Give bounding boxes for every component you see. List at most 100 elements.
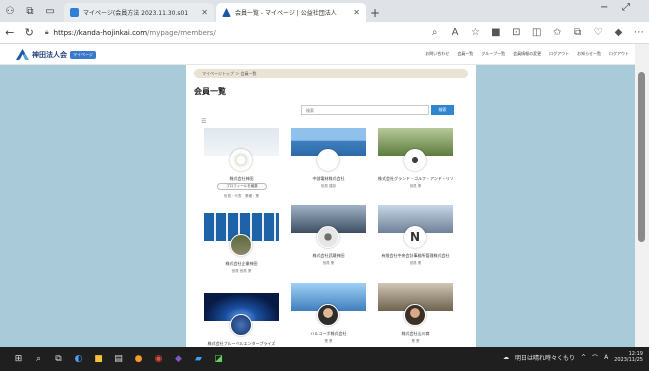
nav-link[interactable]: 会員情報の変更	[513, 51, 541, 57]
member-name: 株式会社山川商	[401, 331, 430, 336]
member-card[interactable]: 株式会社グランド・ゴルフ・アンド・リゾート 役員 業	[378, 128, 453, 198]
search-button[interactable]: 検索	[431, 105, 454, 115]
nav-link[interactable]: 会員一覧	[457, 51, 473, 57]
minimize-icon[interactable]: −	[600, 2, 608, 13]
member-card[interactable]: ハルコーポ株式会社 業 業	[291, 283, 366, 347]
more-menu-icon[interactable]: ⋯	[629, 27, 649, 38]
collections-icon[interactable]: ⧉	[567, 27, 587, 38]
tab-title: 会員一覧 - マイページ | 公益社団法人	[235, 10, 337, 17]
member-name: 株式会社武蔵神田	[312, 253, 345, 258]
chrome-icon[interactable]: ◉	[150, 352, 167, 366]
refresh-icon[interactable]: ↻	[19, 26, 38, 39]
split-screen-icon[interactable]: ⊡	[506, 27, 526, 38]
page-scrollbar[interactable]	[635, 44, 649, 347]
member-avatar: N	[404, 226, 426, 248]
member-meta: 役員 業	[409, 261, 422, 265]
breadcrumb[interactable]: マイページトップ ＞ 会員一覧	[194, 69, 468, 78]
zoom-icon[interactable]: ⌕	[424, 27, 444, 38]
site-nav: お問い合わせ 会員一覧 グループ一覧 会員情報の変更 ログアウト お知らせ一覧 …	[425, 51, 629, 57]
member-meta: 役員 業	[322, 261, 335, 265]
workspaces-icon[interactable]: ⧉	[20, 0, 40, 22]
member-avatar	[404, 149, 426, 171]
app-green-icon[interactable]: ◪	[210, 352, 227, 366]
search-input[interactable]	[301, 105, 429, 115]
new-tab-button[interactable]: +	[366, 3, 384, 22]
member-card[interactable]: 株式会社武蔵神田 役員 業	[291, 205, 366, 275]
member-avatar	[404, 304, 426, 326]
member-card[interactable]: 株式会社神田 プロフィールを編集 役員・代表 業種・業	[204, 128, 279, 206]
member-card[interactable]: 株式会社山川商 業 業	[378, 283, 453, 347]
copilot-icon[interactable]: ◆	[608, 27, 628, 38]
read-aloud-icon[interactable]: A	[445, 27, 465, 38]
tab-bar: ⚇ ⧉ ▭ マイページ(会員方法 2023.11.30.s01 ✕ 会員一覧 -…	[0, 0, 649, 22]
member-name: 有限会社中央会計事務所管理株式会社	[381, 253, 450, 258]
performance-icon[interactable]: ♡	[588, 27, 608, 38]
app-icon[interactable]: ◆	[170, 352, 187, 366]
edge-icon[interactable]: ◐	[70, 352, 87, 366]
member-avatar	[230, 234, 252, 256]
weather-icon[interactable]: ☁	[503, 354, 509, 361]
site-logo[interactable]: 神田法人会 マイページ	[16, 49, 96, 60]
member-name: 中部電材株式会社	[312, 176, 345, 181]
ime-indicator[interactable]: A	[604, 354, 608, 361]
tab-members[interactable]: 会員一覧 - マイページ | 公益社団法人 ✕	[216, 3, 366, 22]
member-meta: 役員 役員 業	[231, 269, 252, 273]
weather-text[interactable]: 明日は晴れ時々くもり	[515, 353, 575, 362]
profile-icon[interactable]: ⚇	[0, 0, 20, 22]
list-menu-icon[interactable]: ☰	[201, 118, 206, 125]
member-card[interactable]: 中部電材株式会社 役員 建設	[291, 128, 366, 198]
page-title: 会員一覧	[194, 87, 226, 96]
member-name: 株式会社グランド・ゴルフ・アンド・リゾート	[378, 176, 453, 181]
search-icon[interactable]: ⌕	[30, 352, 47, 366]
member-card[interactable]: 株式会社企業神田 役員 役員 業	[204, 213, 279, 283]
address-bar: ← ↻ 🔒︎ https://kanda-hojinkai.com/mypage…	[0, 22, 649, 44]
start-icon[interactable]: ⊞	[10, 352, 27, 366]
taskbar: ⊞ ⌕ ⧉ ◐ ■ ▤ ● ◉ ◆ ▰ ◪ ☁ 明日は晴れ時々くもり ^ ⌒ A…	[0, 347, 649, 371]
network-icon[interactable]: ⌒	[592, 353, 598, 362]
back-icon[interactable]: ←	[0, 26, 19, 39]
url-domain: https://kanda-hojinkai.com	[53, 28, 148, 37]
store-icon[interactable]: ▰	[190, 352, 207, 366]
nav-link[interactable]: ログアウト	[609, 51, 629, 57]
tab-actions-icon[interactable]: ▭	[40, 0, 60, 22]
url-field[interactable]: 🔒︎ https://kanda-hojinkai.com/mypage/mem…	[45, 25, 415, 41]
task-view-icon[interactable]: ⧉	[50, 352, 67, 366]
profile-edit-button[interactable]: プロフィールを編集	[217, 183, 267, 190]
nav-link[interactable]: ログアウト	[549, 51, 569, 57]
mypage-favicon-icon	[70, 8, 79, 17]
firefox-icon[interactable]: ●	[130, 352, 147, 366]
logo-name: 神田法人会	[32, 50, 67, 59]
site-favicon-icon	[222, 8, 231, 17]
restore-icon[interactable]: ⤢	[622, 2, 630, 13]
nav-link[interactable]: お問い合わせ	[425, 51, 449, 57]
clock[interactable]: 12:19 2023/11/25	[614, 351, 643, 363]
nav-link[interactable]: グループ一覧	[481, 51, 505, 57]
lock-icon: 🔒︎	[44, 28, 49, 36]
url-path: /mypage/members/	[147, 28, 216, 37]
mail-icon[interactable]: ▤	[110, 352, 127, 366]
system-tray: ☁ 明日は晴れ時々くもり ^ ⌒ A 12:19 2023/11/25	[503, 351, 643, 363]
member-meta: 役員 建設	[320, 184, 337, 188]
favorite-star-icon[interactable]: ☆	[465, 27, 485, 38]
member-card[interactable]: 株式会社ブルーベルエンタープライズ	[204, 293, 279, 347]
nav-link[interactable]: お知らせ一覧	[577, 51, 601, 57]
member-meta: 役員 業	[409, 184, 422, 188]
extension-icon[interactable]: ■	[486, 27, 506, 38]
favorites-icon[interactable]: ✩	[547, 27, 567, 38]
file-explorer-icon[interactable]: ■	[90, 352, 107, 366]
logo-mark-icon	[16, 49, 29, 60]
member-meta: 業 業	[324, 339, 333, 343]
site-header: 神田法人会 マイページ お問い合わせ 会員一覧 グループ一覧 会員情報の変更 ロ…	[0, 45, 635, 65]
clock-date: 2023/11/25	[614, 357, 643, 363]
close-icon[interactable]: ✕	[353, 8, 360, 17]
show-hidden-icon[interactable]: ^	[581, 354, 586, 361]
member-card[interactable]: N 有限会社中央会計事務所管理株式会社 役員 業	[378, 205, 453, 275]
member-name: ハルコーポ株式会社	[310, 331, 347, 336]
close-icon[interactable]: ✕	[201, 8, 208, 17]
scrollbar-thumb[interactable]	[638, 72, 645, 242]
logo-tag: マイページ	[70, 50, 96, 59]
member-avatar	[230, 314, 252, 336]
sidebar-icon[interactable]: ◫	[527, 27, 547, 38]
member-avatar	[317, 226, 339, 248]
tab-mypage[interactable]: マイページ(会員方法 2023.11.30.s01 ✕	[64, 3, 214, 22]
